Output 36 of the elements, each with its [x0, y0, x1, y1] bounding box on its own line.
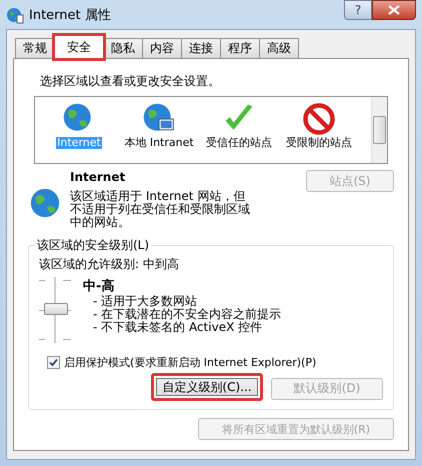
checkbox-label: 启用保护模式(要求重新启动 Internet Explorer)(P) — [64, 355, 316, 370]
zone-label: 受信任的站点 — [206, 137, 272, 149]
zone-description: 该区域适用于 Internet 网站，但不适用于列在受信任和受限制区域中的网站。 — [70, 190, 251, 229]
prohibited-icon — [301, 101, 337, 137]
zone-item[interactable]: 本地 Intranet — [121, 101, 197, 159]
zone-label: 本地 Intranet — [124, 137, 194, 149]
checkbox[interactable] — [47, 356, 60, 369]
security-slider[interactable] — [39, 277, 71, 343]
level-name: 中-高 — [83, 278, 116, 295]
level-description: - 不下载未签名的 ActiveX 控件 — [92, 321, 264, 334]
tab[interactable]: 内容 — [142, 38, 182, 58]
level-description: - 在下载潜在的不安全内容之前提示 — [92, 308, 282, 321]
zone-item[interactable]: 受限制的站点 — [281, 101, 357, 159]
allowed-level: 该区域的允许级别: 中到高 — [39, 256, 180, 273]
tab[interactable]: 安全 — [54, 35, 104, 59]
zone-prompt: 选择区域以查看或更改安全设置。 — [40, 73, 221, 90]
zone-label: 受限制的站点 — [286, 137, 352, 149]
window-title: Internet 属性 — [29, 6, 112, 24]
tab[interactable]: 程序 — [220, 38, 260, 58]
scrollbar[interactable] — [371, 97, 387, 163]
help-button[interactable]: ? — [344, 0, 372, 20]
slider-thumb[interactable] — [44, 303, 68, 315]
tab[interactable]: 常规 — [15, 38, 55, 58]
globe-icon — [6, 6, 24, 24]
level-description: - 适用于大多数网站 — [92, 295, 198, 308]
zone-name: Internet — [70, 170, 126, 184]
zone-item[interactable]: 受信任的站点 — [201, 101, 277, 159]
tab[interactable]: 连接 — [181, 38, 221, 58]
zone-label: Internet — [56, 137, 102, 149]
close-icon — [388, 5, 400, 15]
close-button[interactable] — [372, 0, 416, 20]
group-legend: 该区域的安全级别(L) — [35, 237, 152, 254]
globe-icon — [28, 186, 62, 220]
tab[interactable]: 高级 — [259, 38, 299, 58]
custom-level-button[interactable]: 自定义级别(C)... — [151, 373, 263, 401]
tab[interactable]: 隐私 — [103, 38, 143, 58]
